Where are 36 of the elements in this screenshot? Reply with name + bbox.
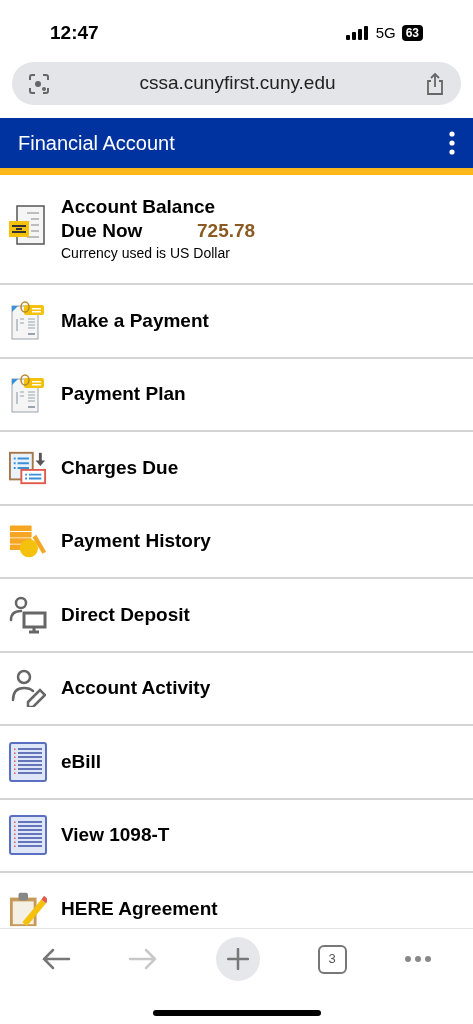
menu-item[interactable]: Direct Deposit bbox=[0, 579, 473, 653]
lined-document-icon bbox=[9, 815, 47, 856]
camera-search-icon[interactable] bbox=[28, 72, 50, 95]
document-clip-icon bbox=[10, 374, 46, 415]
balance-tile[interactable]: Account Balance Due Now 725.78 Currency used is US Dollar bbox=[0, 175, 473, 285]
plus-icon bbox=[227, 948, 249, 970]
menu-item[interactable]: Payment Plan bbox=[0, 358, 473, 432]
more-options-icon[interactable] bbox=[449, 131, 455, 155]
balance-title: Account Balance bbox=[61, 195, 217, 219]
lined-document-icon bbox=[9, 741, 47, 782]
person-monitor-icon bbox=[9, 595, 47, 634]
menu-item[interactable]: Make a Payment bbox=[0, 285, 473, 359]
menu-item[interactable]: Charges Due bbox=[0, 432, 473, 506]
status-time: 12:47 bbox=[50, 20, 99, 45]
new-tab-button[interactable] bbox=[216, 937, 260, 981]
tab-count-button[interactable]: 3 bbox=[317, 944, 347, 974]
share-icon[interactable] bbox=[425, 71, 445, 96]
document-list-icon bbox=[9, 449, 47, 486]
more-icon[interactable] bbox=[404, 955, 433, 963]
menu-item[interactable]: View 1098-T bbox=[0, 799, 473, 873]
address-bar[interactable]: cssa.cunyfirst.cuny.edu bbox=[12, 62, 461, 105]
back-icon[interactable] bbox=[40, 948, 71, 970]
menu-item[interactable]: Payment History bbox=[0, 505, 473, 579]
menu-item[interactable]: Account Activity bbox=[0, 652, 473, 726]
bill-document-icon bbox=[9, 205, 47, 247]
due-now-label: Due Now bbox=[61, 219, 144, 243]
currency-note: Currency used is US Dollar bbox=[61, 244, 231, 263]
document-clip-icon bbox=[10, 300, 46, 341]
battery-indicator: 63 bbox=[401, 25, 423, 41]
person-pencil-icon bbox=[10, 669, 46, 708]
signal-icon bbox=[345, 26, 370, 40]
balance-amount: 725.78 bbox=[197, 219, 256, 243]
menu-item[interactable]: eBill bbox=[0, 726, 473, 800]
network-label: 5G bbox=[375, 22, 396, 43]
page-title: Financial Account bbox=[18, 131, 175, 156]
url-text: cssa.cunyfirst.cuny.edu bbox=[138, 71, 337, 96]
